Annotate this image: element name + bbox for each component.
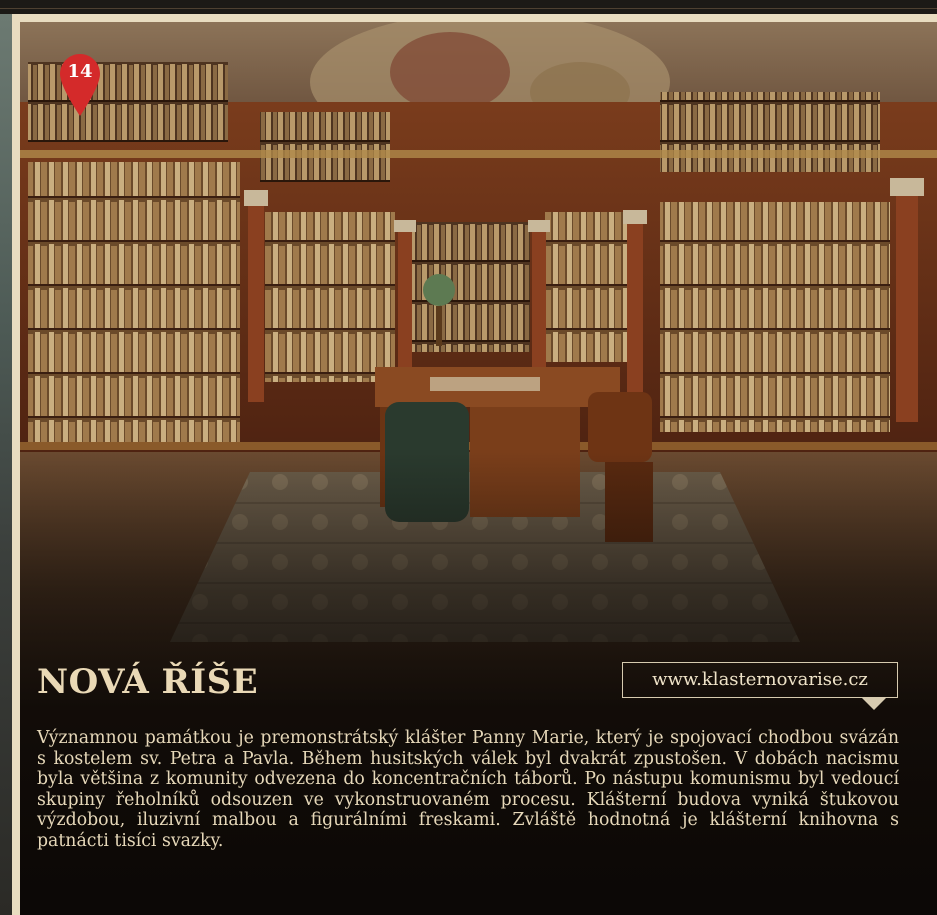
top-banner-edge [0, 0, 937, 14]
website-link[interactable]: www.klasternovarise.cz [623, 663, 897, 697]
website-link-box[interactable]: www.klasternovarise.cz [622, 662, 898, 698]
library-photo: 14 NOVÁ ŘÍŠE www.klasternovarise.cz Význ… [20, 22, 937, 915]
frame-gap [12, 14, 20, 915]
map-pin-number: 14 [67, 61, 93, 82]
place-title: NOVÁ ŘÍŠE [37, 662, 259, 702]
adjacent-photo-edge [0, 14, 12, 915]
map-pin-icon: 14 [60, 54, 100, 116]
top-banner-rule [0, 8, 937, 9]
place-description: Významnou památkou je premonstrátský klá… [37, 728, 899, 851]
callout-pointer [862, 698, 886, 710]
